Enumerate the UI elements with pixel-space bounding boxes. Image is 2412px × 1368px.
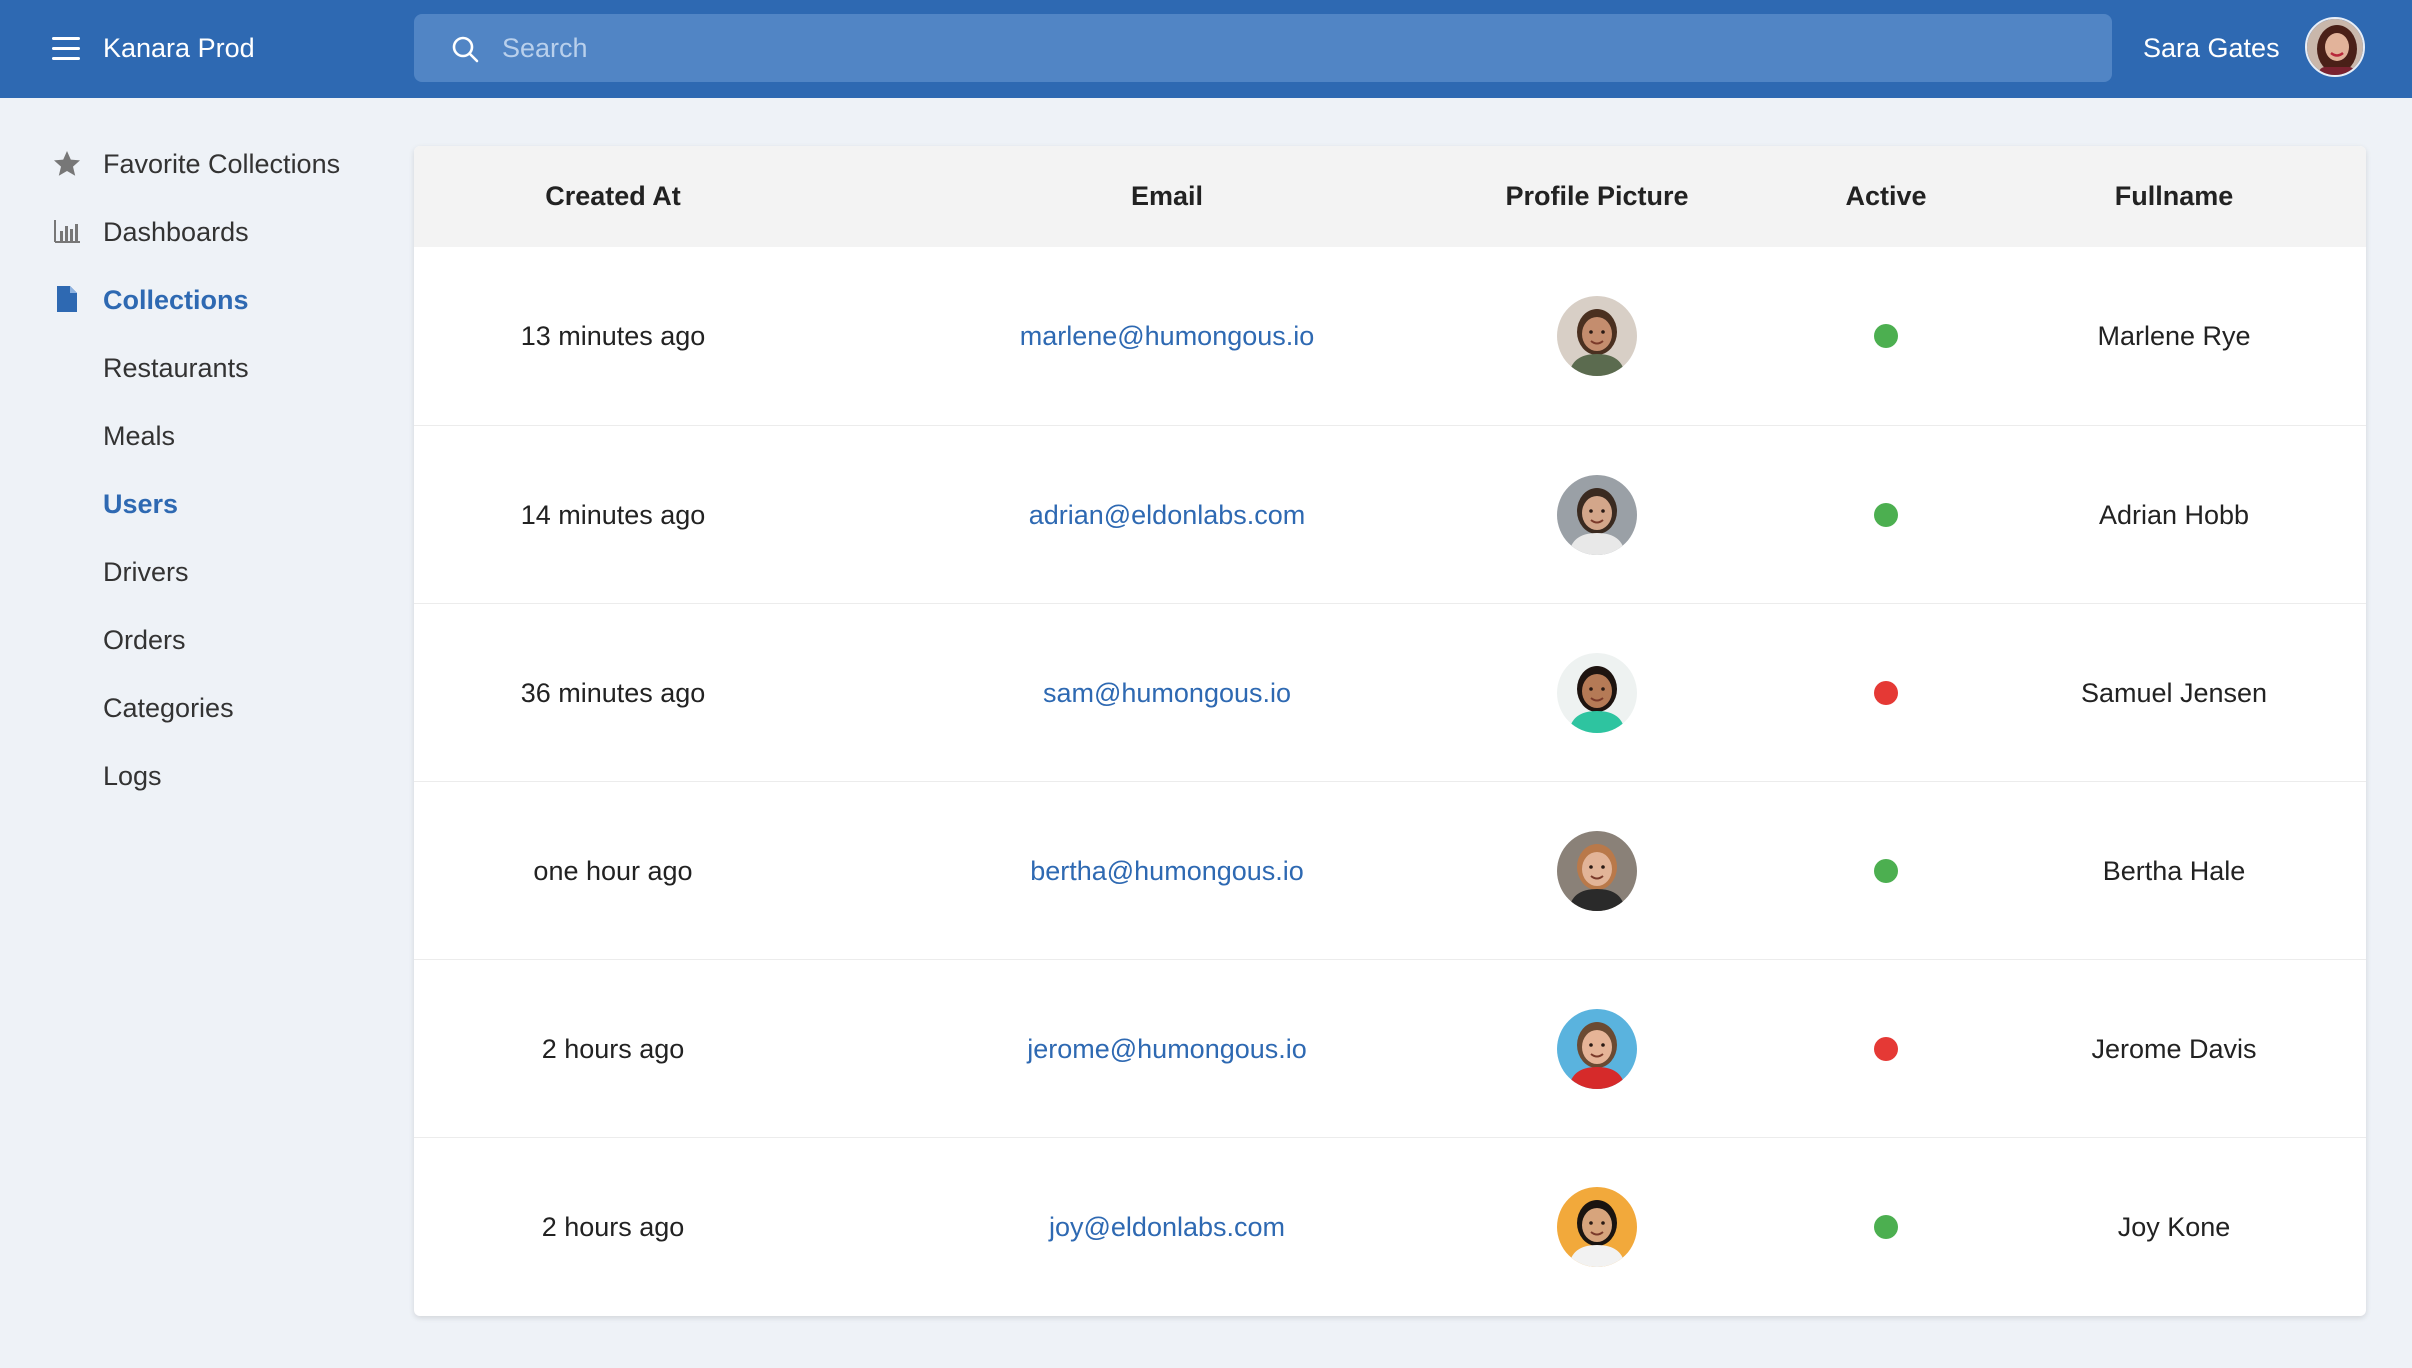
cell-created-at: 14 minutes ago: [520, 500, 706, 530]
cell-email-link[interactable]: adrian@eldonlabs.com: [812, 426, 1522, 604]
sidebar-item-dashboards[interactable]: Dashboards: [103, 214, 249, 250]
sidebar-item-favorite-collections[interactable]: Favorite Collections: [103, 146, 340, 182]
cell-fullname: Samuel Jensen: [2080, 678, 2268, 708]
table-row[interactable]: 2 hours ago jerome@humongous.io Jerome Dav…: [414, 959, 2366, 1137]
status-inactive-indicator: [1874, 681, 1898, 705]
user-avatar[interactable]: [2305, 17, 2365, 77]
cell-email-link[interactable]: bertha@humongous.io: [812, 782, 1522, 960]
table-row[interactable]: 14 minutes ago adrian@eldonlabs.com Adrian…: [414, 425, 2366, 603]
table-row[interactable]: 13 minutes ago marlene@humongous.io Marlen…: [414, 247, 2366, 425]
profile-picture-avatar: [1557, 1009, 1637, 1089]
cell-email-link[interactable]: sam@humongous.io: [812, 604, 1522, 782]
status-active-indicator: [1874, 859, 1898, 883]
status-inactive-indicator: [1874, 1037, 1898, 1061]
status-active-indicator: [1874, 503, 1898, 527]
column-header-profile-picture[interactable]: Profile Picture: [1482, 146, 1712, 247]
status-active-indicator: [1874, 324, 1898, 348]
table-row[interactable]: one hour ago bertha@humongous.io Bertha Ha…: [414, 781, 2366, 959]
sidebar-item-categories[interactable]: Categories: [103, 690, 234, 726]
table-row[interactable]: 36 minutes ago sam@humongous.io Samuel Jen…: [414, 603, 2366, 781]
bar-chart-icon: [54, 220, 80, 243]
status-active-indicator: [1874, 1215, 1898, 1239]
cell-created-at: 13 minutes ago: [520, 321, 706, 351]
column-header-fullname[interactable]: Fullname: [2000, 146, 2348, 247]
top-bar: Kanara Prod Sara Gates: [0, 0, 2412, 98]
column-header-created-at[interactable]: Created At: [414, 146, 812, 247]
user-name[interactable]: Sara Gates: [2143, 30, 2280, 66]
app-title: Kanara Prod: [103, 33, 255, 63]
profile-picture-avatar: [1557, 1187, 1637, 1267]
column-header-active[interactable]: Active: [1792, 146, 1980, 247]
cell-fullname: Jerome Davis: [2091, 1034, 2257, 1064]
profile-picture-avatar: [1557, 296, 1637, 376]
star-icon: [54, 151, 80, 176]
cell-email-link[interactable]: jerome@humongous.io: [812, 960, 1522, 1138]
table-row[interactable]: 2 hours ago joy@eldonlabs.com Joy Kone: [414, 1137, 2366, 1315]
cell-created-at: 36 minutes ago: [520, 678, 706, 708]
sidebar-item-drivers[interactable]: Drivers: [103, 554, 189, 590]
cell-fullname: Adrian Hobb: [2098, 500, 2250, 530]
search-input[interactable]: [502, 14, 2082, 82]
sidebar-item-collections[interactable]: Collections: [103, 282, 249, 318]
table-header: Created At Email Profile Picture Active …: [414, 146, 2366, 247]
search-bar[interactable]: [414, 14, 2112, 82]
sidebar-item-meals[interactable]: Meals: [103, 418, 175, 454]
cell-created-at: one hour ago: [533, 856, 693, 886]
cell-created-at: 2 hours ago: [541, 1034, 685, 1064]
profile-picture-avatar: [1557, 653, 1637, 733]
cell-created-at: 2 hours ago: [541, 1212, 685, 1242]
cell-fullname: Joy Kone: [2117, 1212, 2231, 1242]
menu-icon[interactable]: [52, 37, 80, 61]
cell-email-link[interactable]: marlene@humongous.io: [812, 247, 1522, 425]
cell-fullname: Marlene Rye: [2097, 321, 2251, 351]
sidebar-item-orders[interactable]: Orders: [103, 622, 186, 658]
cell-email-link[interactable]: joy@eldonlabs.com: [812, 1138, 1522, 1316]
cell-fullname: Bertha Hale: [2102, 856, 2246, 886]
profile-picture-avatar: [1557, 475, 1637, 555]
sidebar-item-users[interactable]: Users: [103, 486, 178, 522]
sidebar-item-restaurants[interactable]: Restaurants: [103, 350, 249, 386]
sidebar-item-logs[interactable]: Logs: [103, 758, 162, 794]
users-table: Created At Email Profile Picture Active …: [414, 146, 2366, 1316]
document-icon: [57, 286, 77, 312]
column-header-email[interactable]: Email: [812, 146, 1522, 247]
profile-picture-avatar: [1557, 831, 1637, 911]
search-icon: [452, 36, 479, 63]
